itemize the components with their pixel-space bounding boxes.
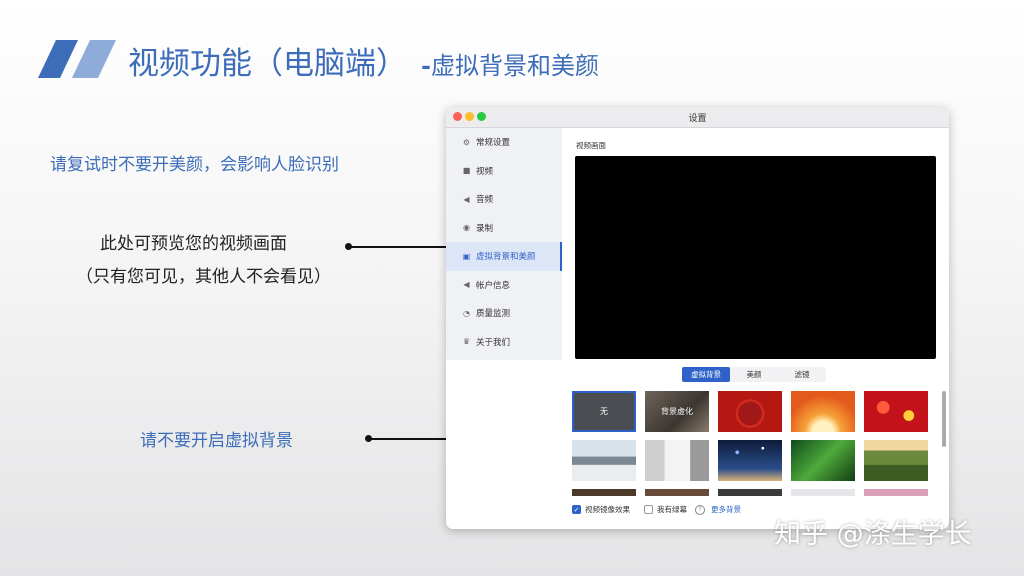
background-tile-row3-1[interactable] <box>572 489 636 496</box>
sidebar-item-label: 质量监测 <box>476 309 511 320</box>
mirror-label: 视频镜像效果 <box>585 505 630 514</box>
slide-title-main: 视频功能（电脑端） <box>128 46 407 82</box>
effect-tabs: 虚拟背景 美颜 滤镜 <box>682 367 826 382</box>
sidebar-item-label: 帐户信息 <box>476 280 511 291</box>
sidebar-item-quality[interactable]: ◔ 质量监测 <box>446 299 562 328</box>
video-camera-icon: ■ <box>462 166 471 176</box>
slide-title-sub: 虚拟背景和美颜 <box>430 52 599 80</box>
background-tile-blur[interactable]: 背景虚化 <box>645 391 709 432</box>
tab-beauty[interactable]: 美颜 <box>730 367 778 382</box>
preview-note-line1: 此处可预览您的视频画面 <box>100 234 287 254</box>
slash-logo-icon <box>38 40 116 78</box>
sidebar-item-label: 音频 <box>476 195 494 206</box>
video-preview <box>575 156 936 359</box>
slide-title-dash: - <box>421 51 431 80</box>
background-tile-row3-3[interactable] <box>718 489 782 496</box>
background-tile-row3-4[interactable] <box>791 489 855 496</box>
account-icon: ◀ <box>463 280 470 290</box>
background-tile-landscape[interactable] <box>864 440 928 481</box>
sidebar-item-label: 常规设置 <box>476 138 511 149</box>
sidebar-item-label: 视频 <box>476 166 494 177</box>
user-portrait-icon: ▣ <box>462 251 471 261</box>
background-tile-starry-sky[interactable] <box>718 440 782 481</box>
background-tile-none[interactable]: 无 <box>572 391 636 432</box>
sidebar-item-general[interactable]: ⚙ 常规设置 <box>446 128 562 157</box>
note-virtual-bg: 请不要开启虚拟背景 <box>140 431 293 451</box>
window-titlebar: 设置 <box>446 107 949 128</box>
watermark: 知乎 @涤生学长 <box>774 519 972 550</box>
sidebar-item-video[interactable]: ■ 视频 <box>446 157 562 186</box>
sidebar-item-account[interactable]: ◀ 帐户信息 <box>446 271 562 300</box>
sidebar-item-label: 关于我们 <box>476 337 511 348</box>
sidebar-item-virtual-background[interactable]: ▣ 虚拟背景和美颜 <box>446 242 562 271</box>
sidebar-item-record[interactable]: ◉ 录制 <box>446 214 562 243</box>
greenscreen-label: 我有绿幕 <box>657 505 687 514</box>
preview-label: 视频画面 <box>576 141 606 150</box>
gauge-icon: ◔ <box>463 308 470 318</box>
record-icon: ◉ <box>463 223 470 233</box>
sidebar-item-audio[interactable]: ◀ 音频 <box>446 185 562 214</box>
tab-filter[interactable]: 滤镜 <box>778 367 826 382</box>
mirror-checkbox[interactable]: ✓ <box>572 505 581 514</box>
more-backgrounds-link[interactable]: 更多背景 <box>711 504 741 515</box>
bottom-options: ✓ 视频镜像效果 我有绿幕 ? 更多背景 <box>572 504 741 515</box>
greenscreen-checkbox[interactable] <box>644 505 653 514</box>
background-tile-interior[interactable] <box>645 440 709 481</box>
sidebar-item-about[interactable]: ♛ 关于我们 <box>446 328 562 357</box>
background-tile-row3-2[interactable] <box>645 489 709 496</box>
background-tile-red-frame[interactable] <box>718 391 782 432</box>
speaker-icon: ◀ <box>463 194 470 204</box>
slide-title: 视频功能（电脑端） -虚拟背景和美颜 <box>128 38 599 83</box>
background-tile-leaf[interactable] <box>791 440 855 481</box>
settings-sidebar: ⚙ 常规设置 ■ 视频 ◀ 音频 ◉ 录制 ▣ 虚拟背景和美颜 ◀ 帐户信息 ◔ 质量监测 ♛… <box>446 128 562 360</box>
help-icon[interactable]: ? <box>695 504 705 515</box>
background-tile-office[interactable] <box>572 440 636 481</box>
sidebar-item-label: 虚拟背景和美颜 <box>476 252 536 263</box>
window-title: 设置 <box>688 114 707 124</box>
background-tile-festival[interactable] <box>864 391 928 432</box>
crown-icon: ♛ <box>462 337 471 347</box>
background-grid-scrollbar[interactable] <box>942 391 946 447</box>
preview-note-line2: （只有您可见，其他人不会看见） <box>76 267 331 287</box>
sidebar-item-label: 录制 <box>476 223 494 234</box>
tab-virtual-background[interactable]: 虚拟背景 <box>682 367 730 382</box>
settings-window: 设置 ⚙ 常规设置 ■ 视频 ◀ 音频 ◉ 录制 ▣ 虚拟背景和美颜 ◀ 帐户信息 ◔ 质量监… <box>446 107 949 529</box>
background-tile-row3-5[interactable] <box>864 489 928 496</box>
background-grid: 无 背景虚化 <box>570 390 942 496</box>
gear-icon: ⚙ <box>462 137 471 147</box>
note-beauty: 请复试时不要开美颜，会影响人脸识别 <box>50 155 339 175</box>
background-tile-sunburst[interactable] <box>791 391 855 432</box>
